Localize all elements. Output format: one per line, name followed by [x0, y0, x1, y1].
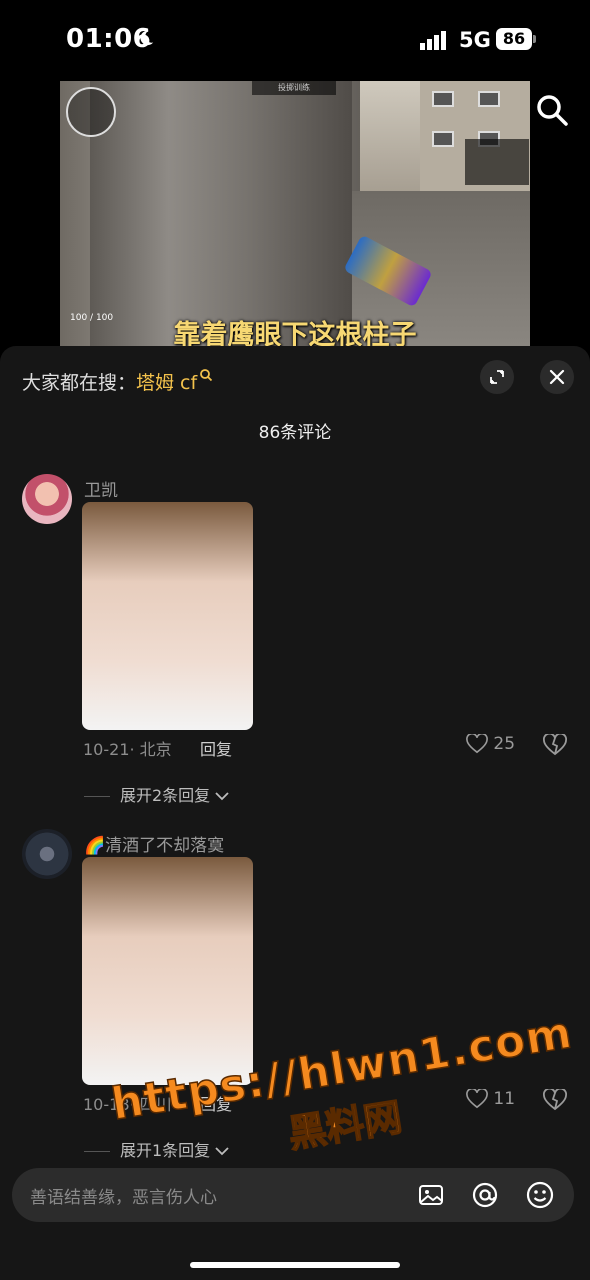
mention-icon[interactable]	[470, 1180, 500, 1210]
expand-replies[interactable]: 展开2条回复	[84, 782, 229, 806]
comment-username[interactable]: 🌈清酒了不却落寞	[84, 831, 224, 856]
comment-image[interactable]	[82, 857, 253, 1085]
like-count: 25	[493, 734, 516, 754]
trending-keyword[interactable]: 塔姆 cf	[136, 372, 197, 394]
status-bar: 01:06 5G 86	[0, 0, 590, 80]
hud-menu	[465, 139, 529, 185]
heart-icon	[466, 732, 488, 754]
signal-icon	[420, 31, 446, 50]
battery-indicator: 86	[496, 28, 536, 50]
home-indicator[interactable]	[190, 1262, 400, 1268]
comment-meta: 10-21· 北京	[83, 740, 172, 759]
trending-prefix: 大家都在搜：	[22, 372, 137, 394]
video-player[interactable]: 投掷训练 100 / 100 靠着鹰眼下这根柱子	[60, 81, 530, 346]
close-icon	[549, 369, 565, 385]
like-button[interactable]: 25	[466, 732, 516, 754]
video-subtitle: 靠着鹰眼下这根柱子	[173, 320, 417, 346]
network-type: 5G	[459, 28, 491, 52]
battery-level: 86	[496, 28, 532, 50]
minimap	[66, 87, 116, 137]
image-icon[interactable]	[416, 1180, 446, 1210]
dislike-icon[interactable]	[543, 734, 567, 756]
close-button[interactable]	[540, 360, 574, 394]
comment-count: 86条评论	[258, 423, 332, 443]
reply-button[interactable]: 回复	[200, 736, 232, 760]
fullscreen-button[interactable]	[480, 360, 514, 394]
moon-icon	[140, 30, 154, 46]
avatar[interactable]	[22, 474, 72, 524]
avatar[interactable]	[22, 829, 72, 879]
trending-search[interactable]: 大家都在搜：塔姆 cf	[22, 368, 213, 395]
expand-icon	[490, 370, 504, 384]
comment-username[interactable]: 卫凯	[84, 476, 118, 501]
search-small-icon	[200, 369, 213, 382]
hud-title: 投掷训练	[252, 81, 336, 95]
chevron-down-icon	[215, 792, 229, 801]
emoji-icon[interactable]	[525, 1180, 555, 1210]
search-icon[interactable]	[534, 92, 570, 128]
comment-image[interactable]	[82, 502, 253, 730]
